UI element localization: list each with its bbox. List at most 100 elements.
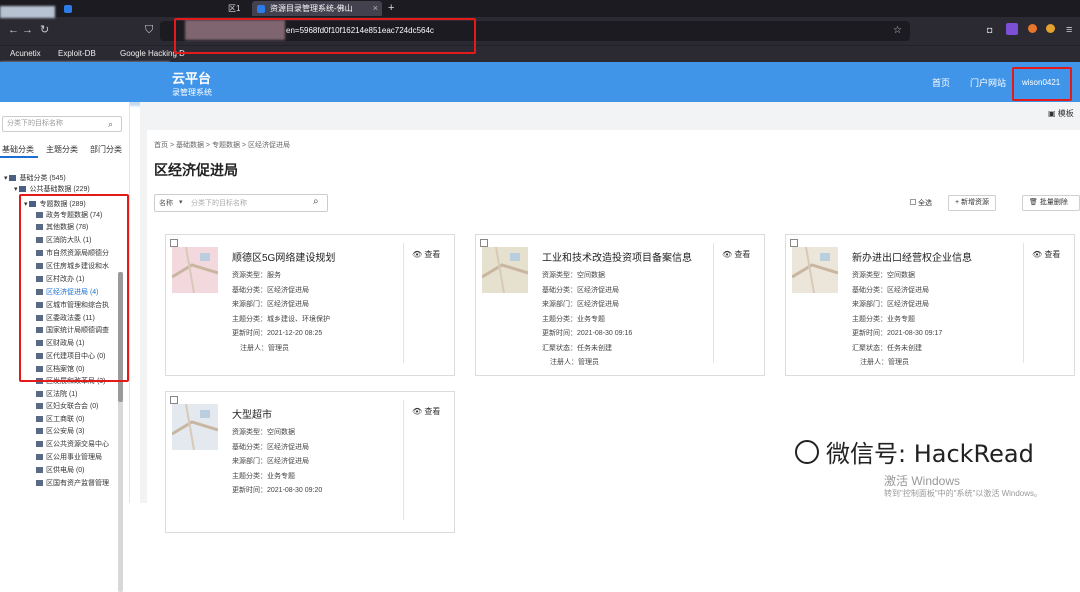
user-menu[interactable]: wison0421 (1022, 78, 1060, 87)
file-icon (36, 340, 43, 346)
batch-delete-button[interactable]: 🗑 批量删除 (1022, 195, 1080, 211)
tree-node-label: 区村改办 (1) (46, 276, 85, 283)
tree-node[interactable]: 区公安局 (3) (36, 427, 85, 437)
tree-node[interactable]: 区法院 (1) (36, 390, 78, 400)
breadcrumb-basic[interactable]: 基础数据 (176, 142, 204, 149)
eye-icon: 👁 (412, 407, 423, 416)
view-button[interactable]: 👁 查看 (412, 249, 440, 260)
tree-node[interactable]: 国家统计局顺德调查 (36, 326, 109, 336)
breadcrumb-home[interactable]: 首页 (154, 142, 168, 149)
template-button[interactable]: ▣ 模板 (1048, 108, 1074, 119)
tree-node[interactable]: 区委政法委 (11) (36, 314, 95, 324)
tree-node[interactable]: 其他数据 (78) (36, 223, 88, 233)
hackbar-icon[interactable] (1046, 24, 1055, 33)
card-field: 注册人：管理员 (550, 359, 599, 366)
view-button[interactable]: 👁 查看 (1032, 249, 1060, 260)
file-icon (36, 353, 43, 359)
extension-icon[interactable] (1006, 23, 1018, 35)
bookmark-exploit-db[interactable]: Exploit-DB (58, 46, 96, 62)
menu-icon[interactable]: ≡ (1066, 25, 1072, 36)
view-button[interactable]: 👁 查看 (412, 406, 440, 417)
breadcrumb-special[interactable]: 专题数据 (212, 142, 240, 149)
tree-node[interactable]: 区档案馆 (0) (36, 365, 85, 375)
card-divider (403, 400, 404, 520)
card-field: 来源部门：区经济促进局 (232, 301, 309, 308)
category-search-input[interactable]: 分类下的目标名称 (2, 116, 122, 132)
bookmark-acunetix[interactable]: Acunetix (10, 46, 41, 62)
tab-department-category[interactable]: 部门分类 (90, 144, 122, 155)
tree-node[interactable]: 区经济促进局 (4) (36, 288, 99, 298)
tree-node[interactable]: 区财政局 (1) (36, 339, 85, 349)
tree-node[interactable]: 区发展和改革局 (3) (36, 377, 106, 387)
card-title[interactable]: 新办进出口经营权企业信息 (852, 249, 972, 264)
tree-node[interactable]: 区住房城乡建设和水 (36, 262, 109, 272)
tab-basic-category[interactable]: 基础分类 (2, 144, 34, 155)
tree-node-label: 区国有资产监督管理 (46, 480, 109, 487)
tree-node[interactable]: 市自然资源局顺德分 (36, 249, 109, 259)
card-checkbox[interactable] (790, 239, 798, 247)
back-icon[interactable]: ← (8, 25, 19, 36)
forward-icon[interactable]: → (22, 25, 33, 36)
tree-node-label: 区妇女联合会 (0) (46, 403, 99, 410)
pocket-icon[interactable]: ◘ (987, 25, 992, 36)
tree-node[interactable]: 区公共资源交易中心 (36, 440, 109, 450)
file-icon (36, 263, 43, 269)
browser-tab-inactive[interactable]: 区1 (60, 1, 245, 16)
card-checkbox[interactable] (170, 396, 178, 404)
card-checkbox[interactable] (480, 239, 488, 247)
card-checkbox[interactable] (170, 239, 178, 247)
card-field: 资源类型：空间数据 (852, 272, 915, 279)
nav-portal[interactable]: 门户网站 (970, 76, 1006, 89)
sidebar-scrollbar[interactable] (118, 272, 123, 592)
resource-card[interactable]: 新办进出口经营权企业信息 资源类型：空间数据 基础分类：区经济促进局 来源部门：区经济… (785, 234, 1075, 376)
redacted-area (185, 20, 285, 40)
sidebar: 分类下的目标名称 ⌕ 基础分类 主题分类 部门分类 ▾ 基础分类 (545) ▾ … (0, 102, 130, 592)
view-button[interactable]: 👁 查看 (722, 249, 750, 260)
tree-node[interactable]: ▾ 专题数据 (289) (24, 200, 86, 210)
tree-node[interactable]: ▾ 公共基础数据 (229) (14, 185, 90, 195)
resource-card[interactable]: 顺德区5G网络建设规划 资源类型：服务 基础分类：区经济促进局 来源部门：区经济促进局… (165, 234, 455, 376)
card-title[interactable]: 顺德区5G网络建设规划 (232, 249, 335, 264)
filter-input[interactable]: 分类下的目标名称 (191, 198, 247, 208)
tree-node[interactable]: 区供电局 (0) (36, 466, 85, 476)
tree-node[interactable]: 政务专题数据 (74) (36, 211, 102, 221)
close-tab-icon[interactable]: × (373, 1, 378, 16)
filter-select[interactable]: 名称 (159, 198, 173, 208)
breadcrumb-current: 区经济促进局 (247, 142, 290, 149)
tree-node[interactable]: 区工商联 (0) (36, 415, 85, 425)
tree-node[interactable]: 区城市管理和综合执 (36, 301, 109, 311)
resource-card[interactable]: 工业和技术改造投资项目备案信息 资源类型：空间数据 基础分类：区经济促进局 来源部门：… (475, 234, 765, 376)
new-tab-button[interactable]: + (388, 2, 394, 14)
card-title[interactable]: 工业和技术改造投资项目备案信息 (542, 249, 692, 264)
file-icon (36, 378, 43, 384)
tree-node-label: 区供电局 (0) (46, 467, 85, 474)
nav-home[interactable]: 首页 (932, 76, 950, 89)
reload-icon[interactable]: ↻ (40, 25, 49, 36)
card-field: 来源部门：区经济促进局 (232, 458, 309, 465)
redacted-area (0, 6, 55, 18)
card-title[interactable]: 大型超市 (232, 406, 272, 421)
tree-node[interactable]: 区妇女联合会 (0) (36, 402, 99, 412)
firefox-extension-icon[interactable] (1028, 24, 1037, 33)
select-all-checkbox[interactable]: 全选 (910, 198, 932, 208)
windows-activate-hint: 转到"控制面板"中的"系统"以激活 Windows。 (884, 489, 1043, 498)
bookmark-star-icon[interactable]: ☆ (893, 21, 902, 41)
tree-node-label: 区委政法委 (11) (46, 315, 95, 322)
folder-icon (29, 201, 37, 207)
tree-node[interactable]: 区国有资产监督管理 (36, 479, 109, 489)
tab-theme-category[interactable]: 主题分类 (46, 144, 78, 155)
browser-tab-active[interactable]: 资源目录管理系统-佛山 × (252, 1, 382, 16)
bookmark-google-hacking[interactable]: Google Hacking D (120, 46, 185, 62)
shield-icon[interactable]: ⛉ (145, 25, 153, 36)
tree-node[interactable]: 区代建项目中心 (0) (36, 352, 106, 362)
resource-card[interactable]: 大型超市 资源类型：空间数据 基础分类：区经济促进局 来源部门：区经济促进局 主题分类：… (165, 391, 455, 533)
tree-node[interactable]: ▾ 基础分类 (545) (4, 174, 66, 184)
tree-node[interactable]: 区消防大队 (1) (36, 236, 92, 246)
add-resource-button[interactable]: + 新增资源 (948, 195, 997, 211)
tree-node[interactable]: 区公用事业管理局 (36, 453, 102, 463)
card-field: 更新时间：2021-08-30 09:16 (542, 330, 633, 337)
tree-node[interactable]: 区村改办 (1) (36, 275, 85, 285)
search-icon[interactable]: ⌕ (313, 196, 319, 207)
card-field: 资源类型：服务 (232, 272, 281, 279)
search-icon[interactable]: ⌕ (108, 119, 113, 130)
